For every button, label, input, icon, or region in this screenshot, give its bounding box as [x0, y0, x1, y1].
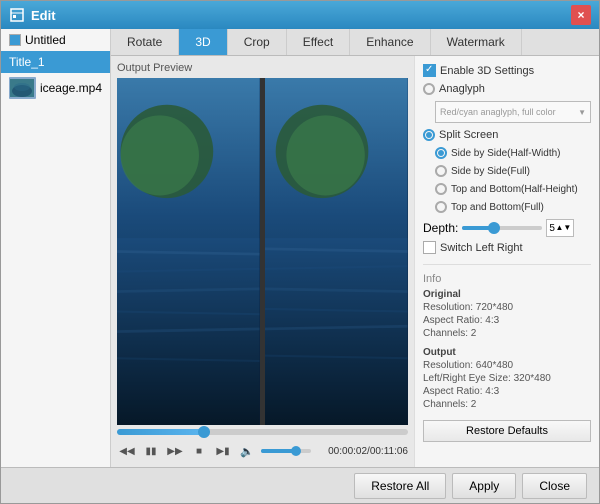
depth-value: 5	[549, 223, 555, 234]
edit-area: Output Preview	[111, 56, 599, 467]
output-info: Output Resolution: 640*480 Left/Right Ey…	[423, 347, 591, 410]
sidebar-item-untitled[interactable]: Untitled	[1, 29, 110, 51]
right-panel: Rotate 3D Crop Effect Enhance Watermark …	[111, 29, 599, 467]
output-channels: Channels: 2	[423, 399, 591, 410]
info-section: Info Original Resolution: 720*480 Aspect…	[423, 264, 591, 442]
original-resolution: Resolution: 720*480	[423, 302, 591, 313]
split-screen-label: Split Screen	[439, 129, 498, 141]
option-side-full-radio[interactable]	[435, 165, 447, 177]
close-button[interactable]: Close	[522, 473, 587, 499]
tab-rotate[interactable]: Rotate	[111, 29, 179, 55]
option-top-half-radio[interactable]	[435, 183, 447, 195]
enable-3d-label: Enable 3D Settings	[440, 65, 534, 77]
option-side-full-row: Side by Side(Full)	[435, 165, 591, 177]
settings-panel: Enable 3D Settings Anaglyph Red/cyan ana…	[414, 56, 599, 467]
footer: Restore All Apply Close	[1, 467, 599, 503]
switch-lr-row: Switch Left Right	[423, 241, 591, 254]
video-left-half	[117, 78, 260, 425]
tab-effect[interactable]: Effect	[287, 29, 350, 55]
tabs-bar: Rotate 3D Crop Effect Enhance Watermark	[111, 29, 599, 56]
preview-label: Output Preview	[117, 62, 408, 74]
depth-label: Depth:	[423, 221, 458, 235]
stop-button[interactable]: ■	[189, 441, 209, 461]
split-screen-row: Split Screen	[423, 129, 591, 141]
next-button[interactable]: ▶▮	[213, 441, 233, 461]
output-label: Output	[423, 347, 591, 358]
original-label: Original	[423, 289, 591, 300]
main-content: Untitled Title_1 iceage.mp4 Rot	[1, 29, 599, 467]
anaglyph-dropdown-row: Red/cyan anaglyph, full color ▼	[423, 101, 591, 123]
depth-slider[interactable]	[462, 226, 542, 230]
sidebar-item-untitled-label: Untitled	[25, 33, 66, 47]
volume-icon: 🔈	[237, 441, 257, 461]
output-aspect: Aspect Ratio: 4:3	[423, 386, 591, 397]
option-side-half-row: Side by Side(Half-Width)	[435, 147, 591, 159]
restore-defaults-button[interactable]: Restore Defaults	[423, 420, 591, 442]
playback-controls: ◀◀ ▮▮ ▶▶ ■ ▶▮ 🔈 00:00:02/00:11:06	[117, 441, 408, 461]
progress-bar[interactable]	[117, 429, 408, 435]
depth-row: Depth: 5 ▲▼	[423, 219, 591, 237]
option-side-half-label: Side by Side(Half-Width)	[451, 148, 560, 159]
option-side-half-radio[interactable]	[435, 147, 447, 159]
dropdown-arrow-icon: ▼	[578, 108, 586, 117]
sidebar-item-title1-label: Title_1	[9, 55, 45, 69]
file-name-label: iceage.mp4	[40, 81, 102, 95]
close-window-button[interactable]: ×	[571, 5, 591, 25]
switch-lr-label: Switch Left Right	[440, 242, 523, 254]
depth-thumb[interactable]	[488, 222, 500, 234]
pause-button[interactable]: ▮▮	[141, 441, 161, 461]
sidebar-item-title1[interactable]: Title_1	[1, 51, 110, 73]
option-top-half-row: Top and Bottom(Half-Height)	[435, 183, 591, 195]
option-top-full-label: Top and Bottom(Full)	[451, 202, 544, 213]
playback-bar: ◀◀ ▮▮ ▶▶ ■ ▶▮ 🔈 00:00:02/00:11:06	[117, 429, 408, 461]
anaglyph-row: Anaglyph	[423, 83, 591, 95]
video-right-half	[265, 78, 408, 425]
anaglyph-dropdown-text: Red/cyan anaglyph, full color	[440, 107, 556, 117]
title-bar-icon	[9, 7, 25, 23]
untitled-checkbox[interactable]	[9, 34, 21, 46]
split-screen-radio[interactable]	[423, 129, 435, 141]
apply-button[interactable]: Apply	[452, 473, 516, 499]
info-title: Info	[423, 273, 591, 285]
progress-thumb[interactable]	[198, 426, 210, 438]
option-top-half-label: Top and Bottom(Half-Height)	[451, 184, 578, 195]
enable-3d-checkbox[interactable]	[423, 64, 436, 77]
original-aspect: Aspect Ratio: 4:3	[423, 315, 591, 326]
sidebar: Untitled Title_1 iceage.mp4	[1, 29, 111, 467]
option-side-full-label: Side by Side(Full)	[451, 166, 530, 177]
sidebar-file-item[interactable]: iceage.mp4	[1, 73, 110, 103]
file-thumbnail	[9, 77, 36, 99]
option-top-full-row: Top and Bottom(Full)	[435, 201, 591, 213]
title-bar: Edit ×	[1, 1, 599, 29]
time-display: 00:00:02/00:11:06	[328, 446, 408, 457]
tab-3d[interactable]: 3D	[179, 29, 227, 55]
anaglyph-label: Anaglyph	[439, 83, 485, 95]
split-options: Side by Side(Half-Width) Side by Side(Fu…	[423, 147, 591, 213]
preview-panel: Output Preview	[111, 56, 414, 467]
output-eye-size: Left/Right Eye Size: 320*480	[423, 373, 591, 384]
fast-forward-button[interactable]: ▶▶	[165, 441, 185, 461]
video-preview	[117, 78, 408, 425]
original-channels: Channels: 2	[423, 328, 591, 339]
title-bar-title: Edit	[31, 8, 571, 23]
edit-window: Edit × Untitled Title_1 iceage.	[0, 0, 600, 504]
anaglyph-dropdown[interactable]: Red/cyan anaglyph, full color ▼	[435, 101, 591, 123]
switch-lr-checkbox[interactable]	[423, 241, 436, 254]
tab-crop[interactable]: Crop	[228, 29, 287, 55]
restore-all-button[interactable]: Restore All	[354, 473, 446, 499]
enable-3d-row: Enable 3D Settings	[423, 64, 591, 77]
depth-spinbox[interactable]: 5 ▲▼	[546, 219, 574, 237]
tab-enhance[interactable]: Enhance	[350, 29, 430, 55]
option-top-full-radio[interactable]	[435, 201, 447, 213]
spinbox-arrows-icon: ▲▼	[556, 224, 572, 232]
volume-thumb[interactable]	[291, 446, 301, 456]
progress-fill	[117, 429, 204, 435]
anaglyph-radio[interactable]	[423, 83, 435, 95]
tab-watermark[interactable]: Watermark	[431, 29, 522, 55]
volume-bar[interactable]	[261, 449, 311, 453]
output-resolution: Resolution: 640*480	[423, 360, 591, 371]
rewind-button[interactable]: ◀◀	[117, 441, 137, 461]
